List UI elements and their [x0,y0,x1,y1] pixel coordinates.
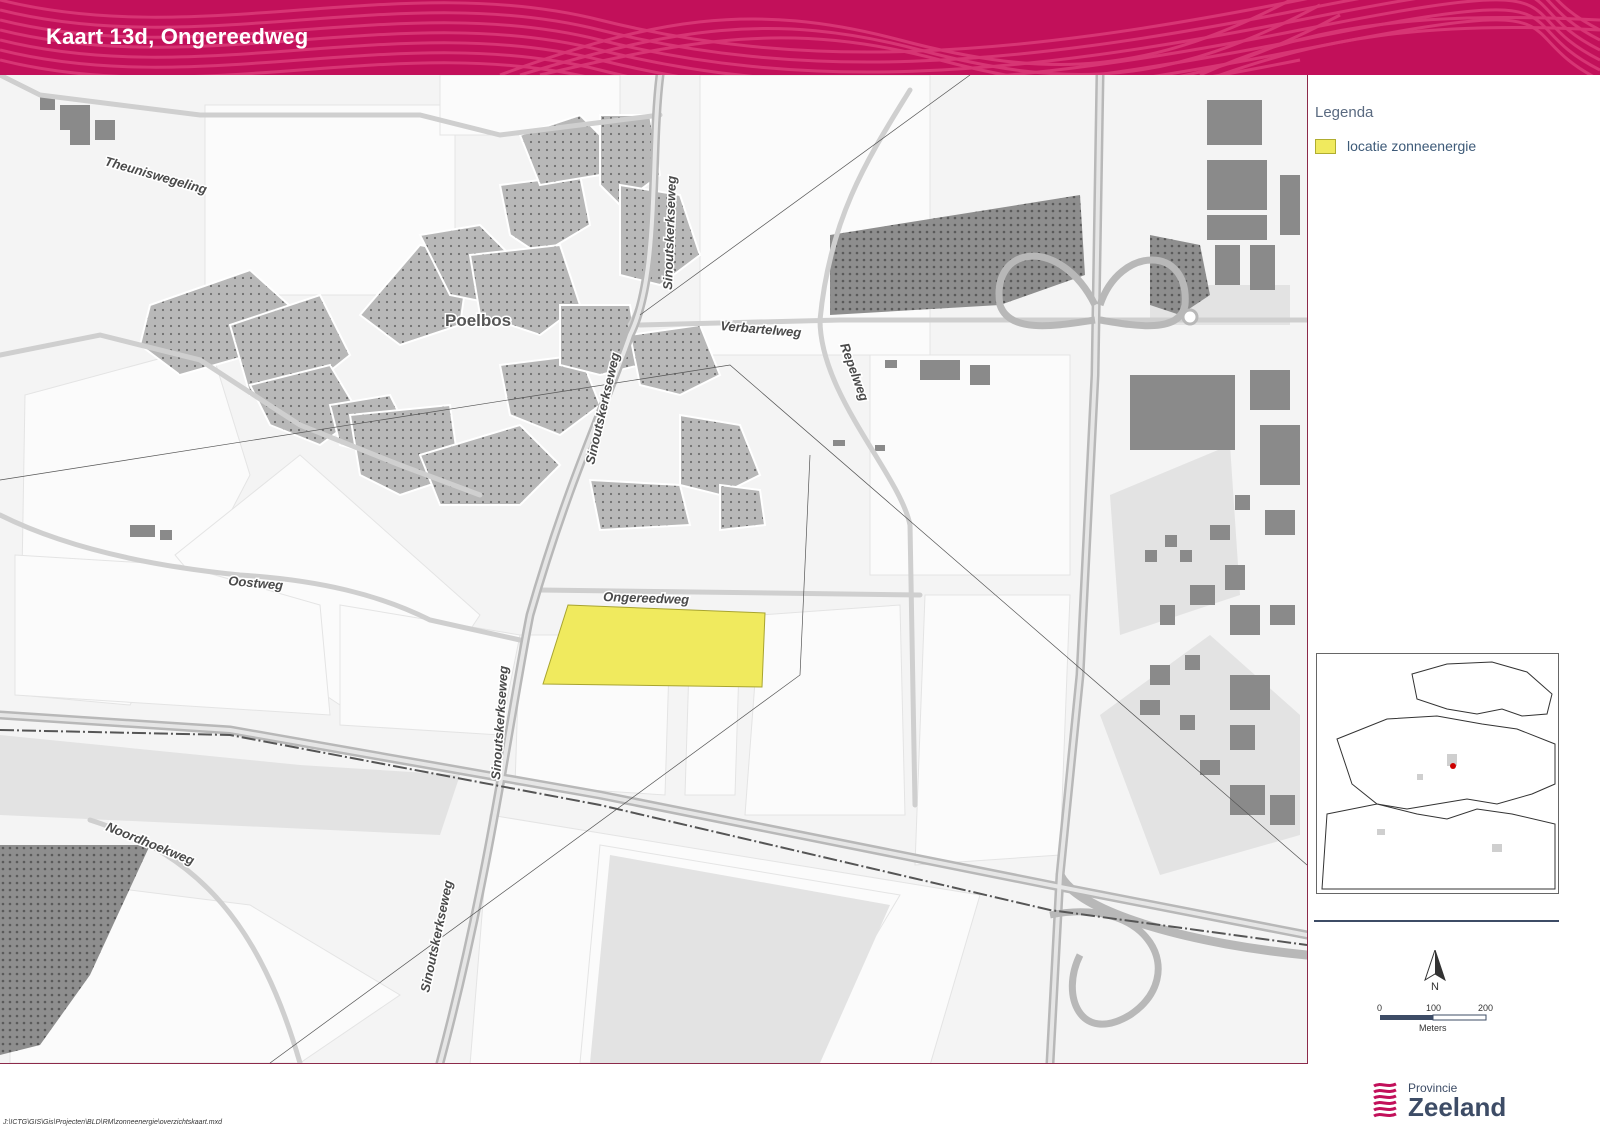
zeeland-logo-icon [1373,1082,1397,1118]
inset-overview-map [1316,653,1559,894]
legend-title: Legenda [1315,104,1374,121]
location-zonneenergie [542,604,766,688]
roundabout [1181,308,1199,326]
logo-provincie-zeeland: Provincie Zeeland [1370,1080,1506,1120]
road-label-theuniswegeling: Theuniswegeling [103,153,209,197]
map-svg: Theuniswegeling Sinoutskerkseweg Sinouts… [0,75,1307,1063]
scale-unit: Meters [1419,1023,1447,1033]
north-arrow-icon [1424,950,1446,982]
legend-divider [1314,920,1559,922]
scale-tick-200: 200 [1478,1003,1494,1013]
north-label: N [1431,981,1439,993]
legend-label: locatie zonneenergie [1347,138,1477,154]
legend-swatch [1315,138,1336,154]
inset-location-marker [1450,763,1456,769]
map-title: Kaart 13d, Ongereedweg [46,24,309,49]
legend-item: locatie zonneenergie [1315,138,1476,154]
scale-tick-0: 0 [1377,1003,1383,1013]
road-label-ongereedweg: Ongereedweg [603,589,689,607]
file-path: J:\ICTG\GIS\Gis\Projecten\BLD\RM\zonneen… [3,1119,223,1126]
header-banner: Kaart 13d, Ongereedweg [0,0,1600,75]
scale-tick-100: 100 [1426,1003,1442,1013]
road-label-sinoutskerkseweg-4: Sinoutskerkseweg [417,879,455,994]
place-label-poelbos: Poelbos [445,311,511,330]
inset-svg [1321,661,1556,890]
scale-bar [1380,1014,1487,1021]
map-canvas[interactable]: Theuniswegeling Sinoutskerkseweg Sinouts… [0,75,1308,1064]
logo-line2: Zeeland [1408,1092,1507,1122]
